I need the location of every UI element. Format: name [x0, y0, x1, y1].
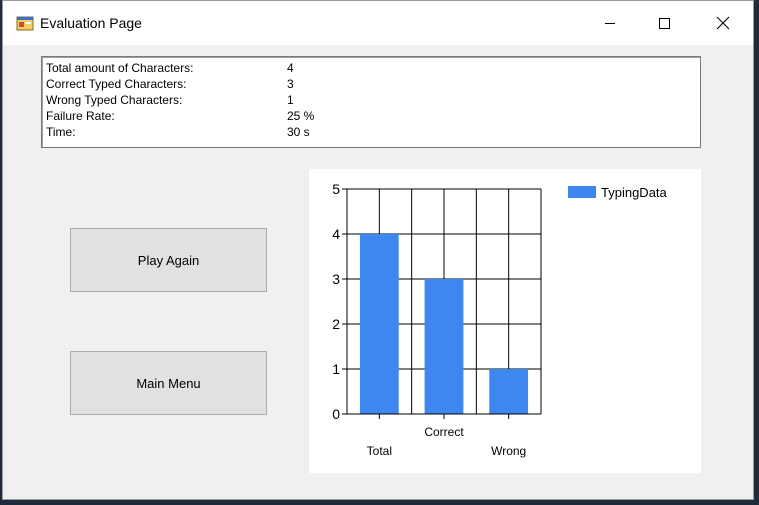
- evaluation-window: Evaluation Page Total amount of Characte…: [2, 0, 754, 500]
- stat-label: Time:: [46, 125, 76, 139]
- y-tick-label: 5: [332, 181, 340, 197]
- stat-value: 1: [287, 93, 294, 107]
- legend-label: TypingData: [601, 185, 668, 200]
- y-tick-label: 4: [332, 226, 340, 242]
- legend-swatch: [568, 186, 596, 198]
- x-tick-label: Total: [367, 444, 392, 458]
- y-tick-label: 1: [332, 361, 340, 377]
- stat-value: 3: [287, 77, 294, 91]
- stat-value: 30 s: [287, 125, 310, 139]
- minimize-button[interactable]: [587, 1, 633, 45]
- app-window-icon: [16, 14, 34, 32]
- stat-label: Wrong Typed Characters:: [46, 93, 183, 107]
- y-tick-label: 3: [332, 271, 340, 287]
- stat-label: Correct Typed Characters:: [46, 77, 187, 91]
- bar-correct: [424, 279, 464, 414]
- stats-listbox[interactable]: Total amount of Characters: 4 Correct Ty…: [41, 56, 701, 148]
- stat-value: 4: [287, 61, 294, 75]
- x-tick-label: Wrong: [491, 444, 526, 458]
- maximize-button[interactable]: [641, 1, 687, 45]
- window-title: Evaluation Page: [40, 15, 142, 31]
- close-button[interactable]: [700, 1, 746, 45]
- maximize-icon: [658, 17, 670, 29]
- title-bar[interactable]: Evaluation Page: [3, 1, 753, 45]
- minimize-icon: [604, 17, 616, 29]
- stat-label: Total amount of Characters:: [46, 61, 194, 75]
- x-tick-label: Correct: [424, 425, 464, 439]
- chart-svg: 0 1 2 3 4 5 Total Correct Wrong TypingData: [332, 181, 668, 458]
- typing-chart: 0 1 2 3 4 5 Total Correct Wrong TypingData: [309, 169, 701, 473]
- stat-label: Failure Rate:: [46, 109, 115, 123]
- play-again-button[interactable]: Play Again: [70, 228, 267, 292]
- close-icon: [716, 16, 730, 30]
- y-tick-label: 0: [332, 406, 340, 422]
- stat-value: 25 %: [287, 109, 315, 123]
- bar-total: [359, 234, 399, 414]
- bar-wrong: [489, 369, 529, 414]
- main-menu-button[interactable]: Main Menu: [70, 351, 267, 415]
- y-tick-label: 2: [332, 316, 340, 332]
